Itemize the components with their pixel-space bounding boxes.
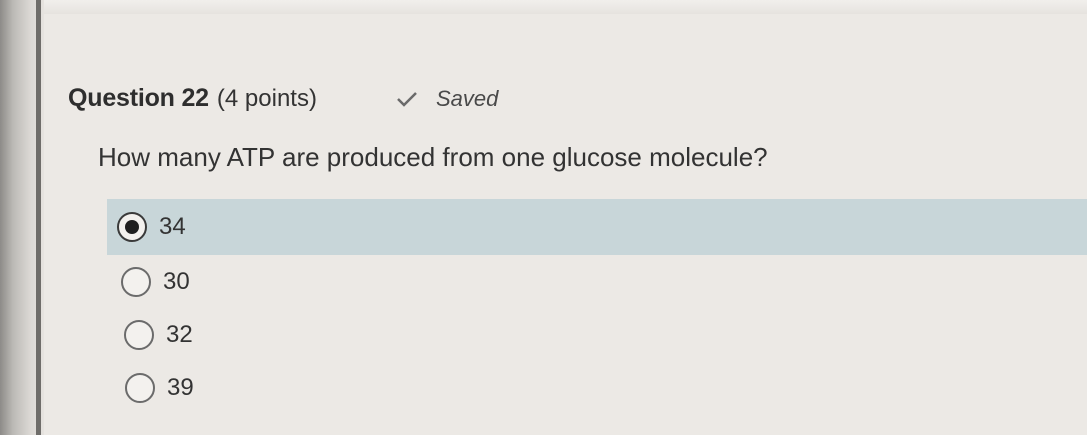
left-rule [36, 0, 41, 435]
answer-option-4[interactable]: 39 [107, 361, 1087, 415]
radio-button[interactable] [121, 267, 151, 297]
answer-label: 30 [163, 268, 190, 295]
radio-button[interactable] [125, 373, 155, 403]
question-title: Question 22 [68, 84, 209, 112]
saved-text: Saved [436, 86, 499, 111]
radio-button-selected[interactable] [117, 212, 147, 242]
answer-label: 32 [166, 321, 193, 348]
answer-option-3[interactable]: 32 [107, 309, 1087, 361]
top-band [0, 0, 1087, 14]
question-header: Question 22 (4 points) [68, 84, 317, 113]
question-points: (4 points) [216, 85, 317, 112]
saved-status: Saved [396, 86, 498, 112]
answer-option-2[interactable]: 30 [107, 255, 1087, 309]
answer-label: 39 [167, 374, 194, 401]
check-icon [396, 90, 418, 108]
answer-list: 34 30 32 39 [107, 199, 1087, 415]
question-prompt: How many ATP are produced from one gluco… [98, 142, 768, 172]
answer-option-1[interactable]: 34 [107, 199, 1087, 255]
answer-label: 34 [159, 213, 186, 240]
radio-button[interactable] [124, 320, 154, 350]
